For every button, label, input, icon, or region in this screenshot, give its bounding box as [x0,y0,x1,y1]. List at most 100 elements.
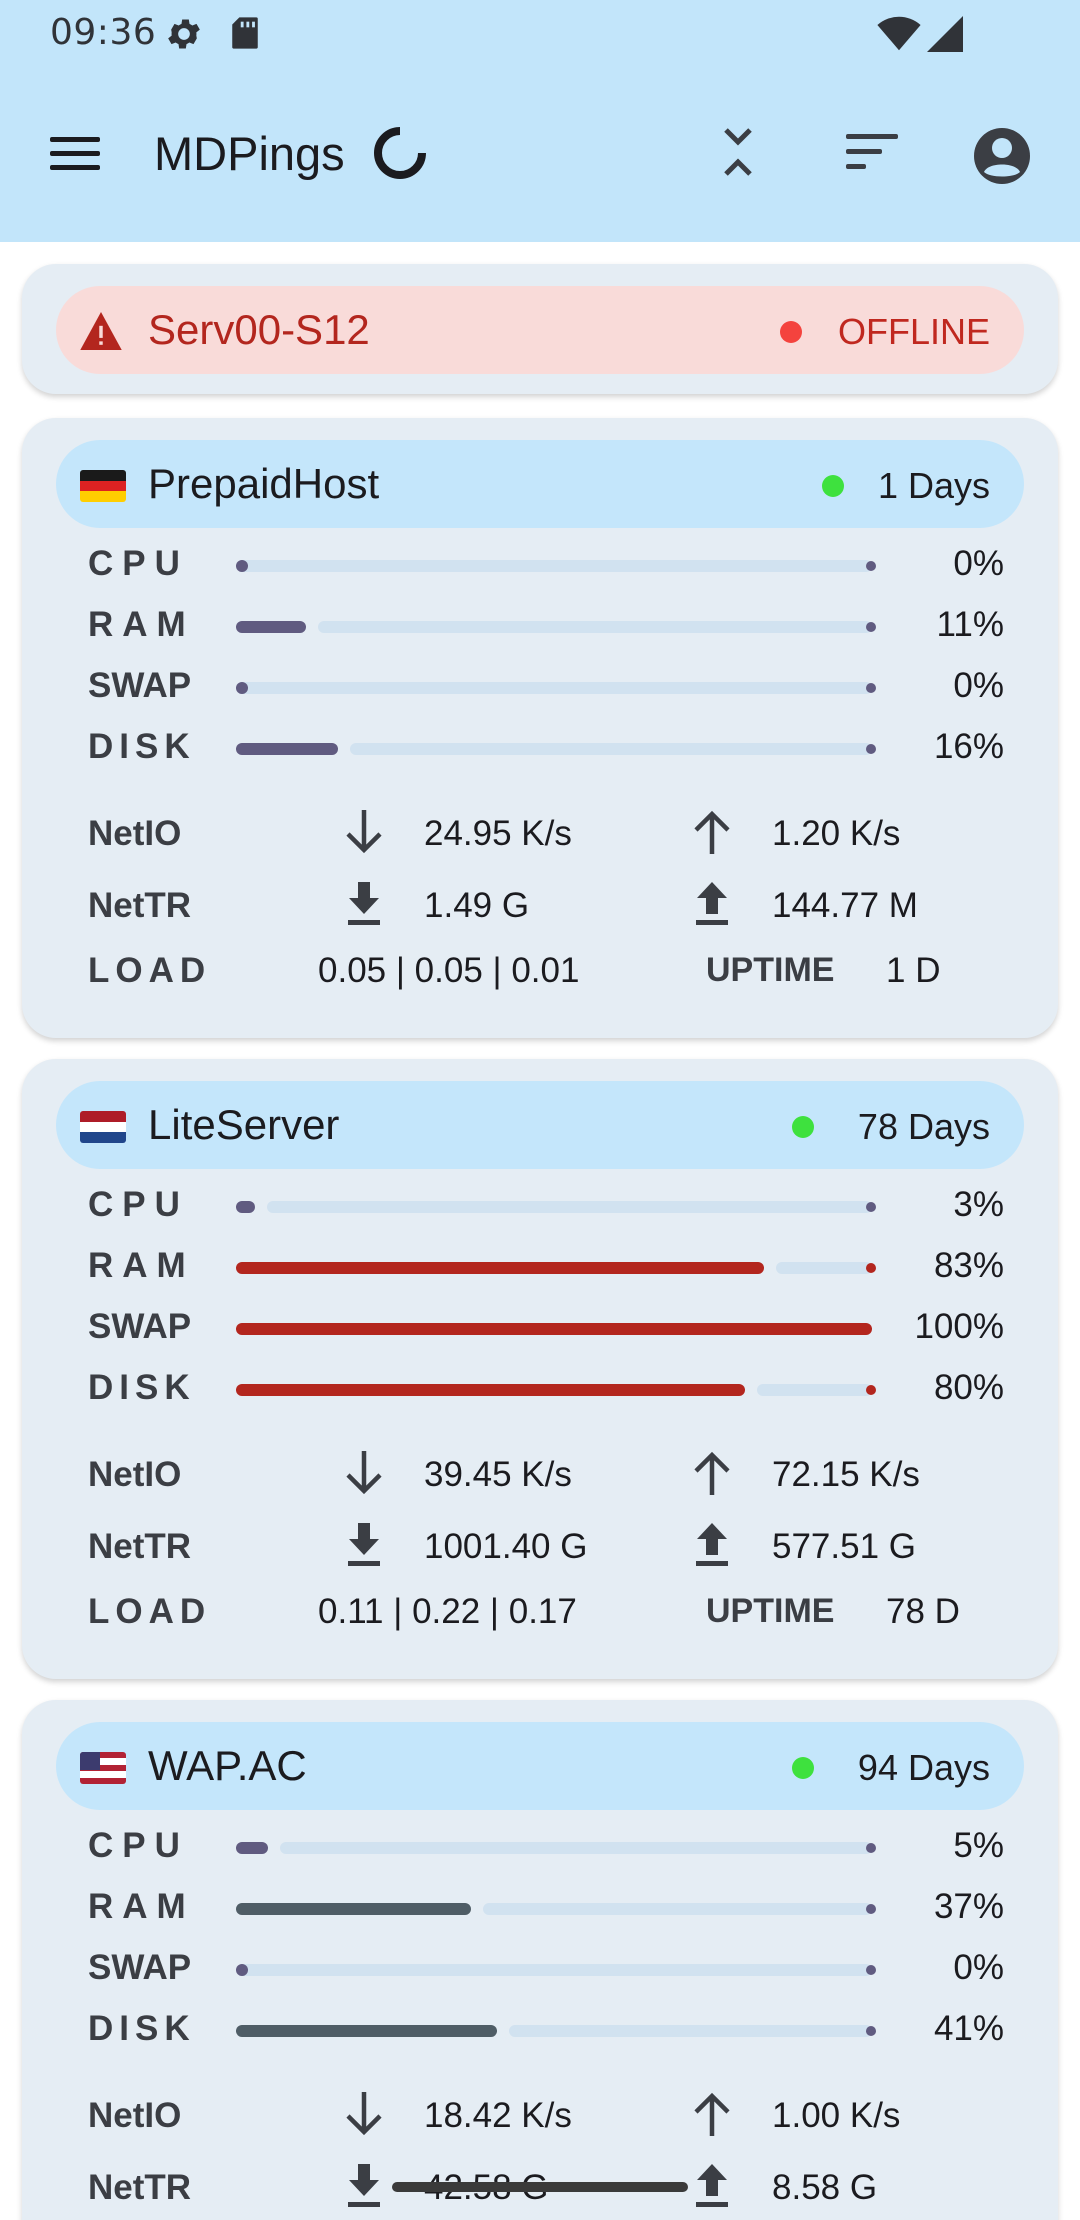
arrow-up-icon [688,806,736,858]
server-header[interactable]: WAP.AC 94 Days [56,1722,1024,1810]
menu-button[interactable] [44,122,108,186]
disk-percent: 80% [933,1368,1004,1407]
ram-progress-bar [236,621,876,633]
usa-flag [80,1752,126,1784]
uptime-value: 1 D [886,951,941,990]
sd-card-icon [232,17,258,49]
ram-label: RAM [88,1246,195,1285]
uptime-label: UPTIME [706,1592,835,1630]
arrow-down-icon [340,1447,388,1499]
netio-label: NetIO [88,2096,182,2135]
load-average: 0.05 | 0.05 | 0.01 [318,951,580,990]
status-text: OFFLINE [837,311,990,352]
disk-label: DISK [88,727,196,766]
status-dot [792,1116,814,1138]
nettr-label: NetTR [88,2168,192,2207]
cpu-label: CPU [88,1185,189,1224]
upload-icon [688,2160,736,2212]
arrow-up-icon [688,1447,736,1499]
status-dot [780,321,802,343]
netio-up: 1.20 K/s [772,814,901,853]
cpu-label: CPU [88,1826,189,1865]
loading-spinner-icon [374,127,426,179]
app-title: MDPings [154,127,345,180]
disk-progress-bar [236,743,876,755]
arrow-up-icon [688,2088,736,2140]
server-header[interactable]: PrepaidHost 1 Days [56,440,1024,528]
swap-progress-bar [236,682,876,694]
status-time: 09:36 [50,12,157,53]
status-dot [822,475,844,497]
uptime-days: 1 Days [877,465,990,506]
nettr-label: NetTR [88,1527,192,1566]
ram-percent: 83% [933,1246,1004,1285]
cpu-progress-bar [236,1842,876,1854]
nettr-up: 577.51 G [772,1527,916,1566]
download-icon [340,1519,388,1571]
nettr-up: 144.77 M [772,886,918,925]
arrow-down-icon [340,806,388,858]
disk-percent: 16% [933,727,1004,766]
swap-label: SWAP [88,1948,192,1987]
app-bar: MDPings [0,66,1080,242]
nettr-down: 1001.40 G [424,1527,588,1566]
server-card[interactable]: LiteServer 78 Days CPU 3% RAM 83% SWAP 100% DISK… [22,1059,1058,1679]
ram-label: RAM [88,605,195,644]
settings-gear-icon [168,19,200,49]
sort-button[interactable] [836,120,908,184]
cpu-label: CPU [88,544,189,583]
load-average: 0.11 | 0.22 | 0.17 [318,1592,577,1631]
warning-icon [80,312,122,350]
netio-down: 18.42 K/s [424,2096,572,2135]
server-header[interactable]: Serv00-S12 OFFLINE [56,286,1024,374]
swap-progress-bar [236,1323,872,1335]
uptime-days: 94 Days [857,1747,990,1788]
arrow-down-icon [340,2088,388,2140]
server-name: PrepaidHost [148,460,380,507]
uptime-label: UPTIME [706,951,835,989]
disk-progress-bar [236,1384,876,1396]
cpu-percent: 0% [953,544,1004,583]
ram-percent: 11% [936,605,1004,644]
server-name: Serv00-S12 [148,306,370,353]
home-indicator[interactable] [392,2182,688,2192]
hamburger-menu-icon [50,137,100,170]
collapse-all-button[interactable] [706,120,770,184]
status-dot [792,1757,814,1779]
download-icon [340,2160,388,2212]
server-card[interactable]: WAP.AC 94 Days CPU 5% RAM 37% SWAP 0% DISK 41% Net… [22,1700,1058,2220]
ram-percent: 37% [933,1887,1004,1926]
netio-up: 72.15 K/s [772,1455,920,1494]
upload-icon [688,1519,736,1571]
server-card[interactable]: PrepaidHost 1 Days CPU 0% RAM 11% SWAP 0% DISK 16… [22,418,1058,1038]
disk-label: DISK [88,2009,196,2048]
cpu-progress-bar [236,560,876,572]
disk-label: DISK [88,1368,196,1407]
netio-up: 1.00 K/s [772,2096,901,2135]
ram-label: RAM [88,1887,195,1926]
nettr-label: NetTR [88,886,192,925]
upload-icon [688,878,736,930]
netio-label: NetIO [88,814,182,853]
load-label: LOAD [88,1592,212,1631]
netherlands-flag [80,1111,126,1143]
swap-label: SWAP [88,666,192,705]
netio-label: NetIO [88,1455,182,1494]
server-card-offline[interactable]: Serv00-S12 OFFLINE [22,264,1058,394]
uptime-value: 78 D [886,1592,960,1631]
ram-progress-bar [236,1903,876,1915]
swap-percent: 100% [914,1307,1004,1346]
swap-percent: 0% [953,1948,1004,1987]
swap-percent: 0% [953,666,1004,705]
ram-progress-bar [236,1262,876,1274]
disk-percent: 41% [933,2009,1004,2048]
server-name: WAP.AC [148,1742,307,1789]
load-label: LOAD [88,951,212,990]
server-header[interactable]: LiteServer 78 Days [56,1081,1024,1169]
account-circle-icon[interactable] [966,120,1038,192]
cellular-signal-icon [927,16,963,52]
server-name: LiteServer [148,1101,340,1148]
wifi-icon [877,16,921,51]
swap-progress-bar [236,1964,876,1976]
nettr-down: 1.49 G [424,886,530,925]
